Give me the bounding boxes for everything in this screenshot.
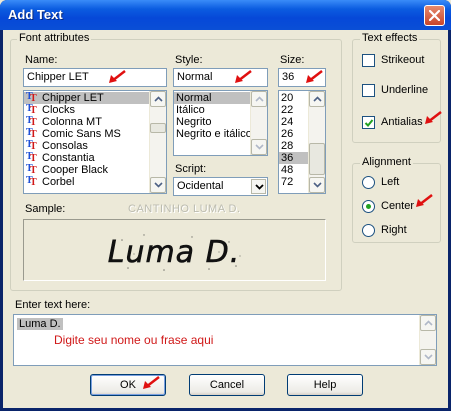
size-label: Size: (280, 54, 305, 66)
name-label: Name: (25, 54, 58, 66)
truetype-icon: TT (26, 115, 37, 128)
truetype-icon: TT (26, 127, 37, 140)
scroll-down-button[interactable] (251, 139, 267, 155)
text-area-scrollbar[interactable] (419, 315, 436, 365)
font-list-item[interactable]: T T Clocks (24, 103, 166, 117)
align-left-label: Left (381, 176, 400, 188)
scroll-down-button[interactable] (309, 177, 325, 193)
font-name-list[interactable]: T T Chipper LET T T Clocks T T Colonna MT T T Co… (23, 90, 167, 194)
strikeout-checkbox[interactable] (362, 54, 375, 67)
font-list-item[interactable]: T T Comic Sans MS (24, 127, 166, 141)
chevron-up-icon (313, 96, 322, 102)
chevron-up-icon (154, 96, 163, 102)
chevron-down-icon (255, 184, 264, 190)
chevron-down-icon (154, 182, 163, 188)
scroll-up-button[interactable] (251, 91, 267, 107)
red-arrow-icon (109, 70, 126, 83)
close-icon (429, 10, 440, 21)
script-dropdown-button[interactable] (251, 179, 266, 194)
add-text-dialog: Add Text Font attributes Name: Chipper L… (0, 0, 451, 411)
size-list-scrollbar[interactable] (308, 91, 325, 193)
scroll-up-button[interactable] (420, 315, 436, 331)
style-label: Style: (175, 54, 203, 66)
style-list[interactable]: Normal Itálico Negrito Negrito e itálico (173, 90, 268, 156)
window-title: Add Text (8, 7, 63, 22)
font-list-scrollbar[interactable] (149, 91, 166, 193)
style-value: Normal (177, 71, 213, 83)
scroll-up-button[interactable] (309, 91, 325, 107)
font-list-item[interactable]: T T Constantia (24, 151, 166, 165)
enter-text-area[interactable]: Luma D. Digite seu nome ou frase aqui (13, 314, 437, 366)
sample-label: Sample: (25, 203, 66, 215)
underline-checkbox[interactable] (362, 84, 375, 97)
chevron-down-icon (313, 182, 322, 188)
font-list-item[interactable]: T T Corbel (24, 175, 166, 189)
chevron-up-icon (424, 320, 433, 326)
truetype-icon: TT (26, 151, 37, 164)
red-arrow-icon (235, 70, 252, 83)
cancel-button-label: Cancel (209, 379, 245, 391)
align-center-label: Center (381, 200, 415, 212)
scroll-thumb[interactable] (150, 123, 166, 133)
red-arrow-icon (306, 70, 323, 83)
font-list-item[interactable]: T T Cooper Black (24, 163, 166, 177)
hint-text: Digite seu nome ou frase aqui (54, 333, 214, 347)
dialog-body: Font attributes Name: Chipper LET T T Chip… (3, 30, 448, 408)
red-arrow-icon (143, 376, 160, 389)
script-label: Script: (175, 163, 207, 175)
antialias-label: Antialias (381, 116, 423, 128)
font-list-item[interactable]: T T Chipper LET (24, 92, 166, 104)
align-right-radio[interactable] (362, 224, 375, 237)
entered-text: Luma D. (17, 318, 63, 330)
size-value: 36 (282, 71, 295, 83)
font-name-input[interactable]: Chipper LET (23, 68, 167, 87)
alignment-label: Alignment (360, 156, 413, 168)
antialias-checkbox[interactable] (362, 116, 375, 129)
checkmark-icon (364, 119, 374, 127)
style-list-scrollbar[interactable] (250, 91, 267, 155)
font-list-item[interactable]: T T Consolas (24, 139, 166, 153)
truetype-icon: TT (26, 91, 37, 104)
red-arrow-icon (416, 194, 433, 207)
font-list-item[interactable]: T T Colonna MT (24, 115, 166, 129)
sample-preview: Luma D. (23, 219, 326, 281)
title-bar[interactable]: Add Text (0, 0, 451, 30)
truetype-icon: TT (26, 103, 37, 116)
truetype-icon: TT (26, 163, 37, 176)
style-input[interactable]: Normal (173, 68, 268, 87)
font-name-value: Chipper LET (27, 71, 89, 83)
script-select[interactable]: Ocidental (173, 177, 268, 196)
chevron-down-icon (255, 144, 264, 150)
ok-button-label: OK (120, 379, 136, 391)
red-arrow-icon (425, 111, 442, 124)
sample-preview-text: Luma D. (108, 235, 241, 270)
align-right-label: Right (381, 224, 407, 236)
underline-label: Underline (381, 84, 429, 96)
truetype-icon: TT (26, 175, 37, 188)
script-value: Ocidental (177, 180, 224, 192)
chevron-up-icon (255, 96, 264, 102)
align-center-radio[interactable] (362, 200, 375, 213)
scroll-up-button[interactable] (150, 91, 166, 107)
help-button-label: Help (313, 379, 337, 391)
scroll-down-button[interactable] (150, 177, 166, 193)
scroll-down-button[interactable] (420, 349, 436, 365)
watermark-text: CANTINHO LUMA D. (128, 203, 241, 215)
enter-text-label: Enter text here: (15, 299, 91, 311)
font-attributes-label: Font attributes (17, 32, 92, 44)
close-button[interactable] (424, 5, 445, 26)
truetype-icon: TT (26, 139, 37, 152)
strikeout-label: Strikeout (381, 54, 425, 66)
scroll-thumb[interactable] (309, 143, 325, 175)
size-list[interactable]: 20 22 24 26 28 36 48 72 (278, 90, 326, 194)
align-left-radio[interactable] (362, 176, 375, 189)
help-button[interactable]: Help (287, 374, 363, 396)
cancel-button[interactable]: Cancel (189, 374, 265, 396)
sample-preview-canvas: Luma D. (107, 234, 241, 271)
text-effects-label: Text effects (360, 32, 420, 44)
chevron-down-icon (424, 354, 433, 360)
